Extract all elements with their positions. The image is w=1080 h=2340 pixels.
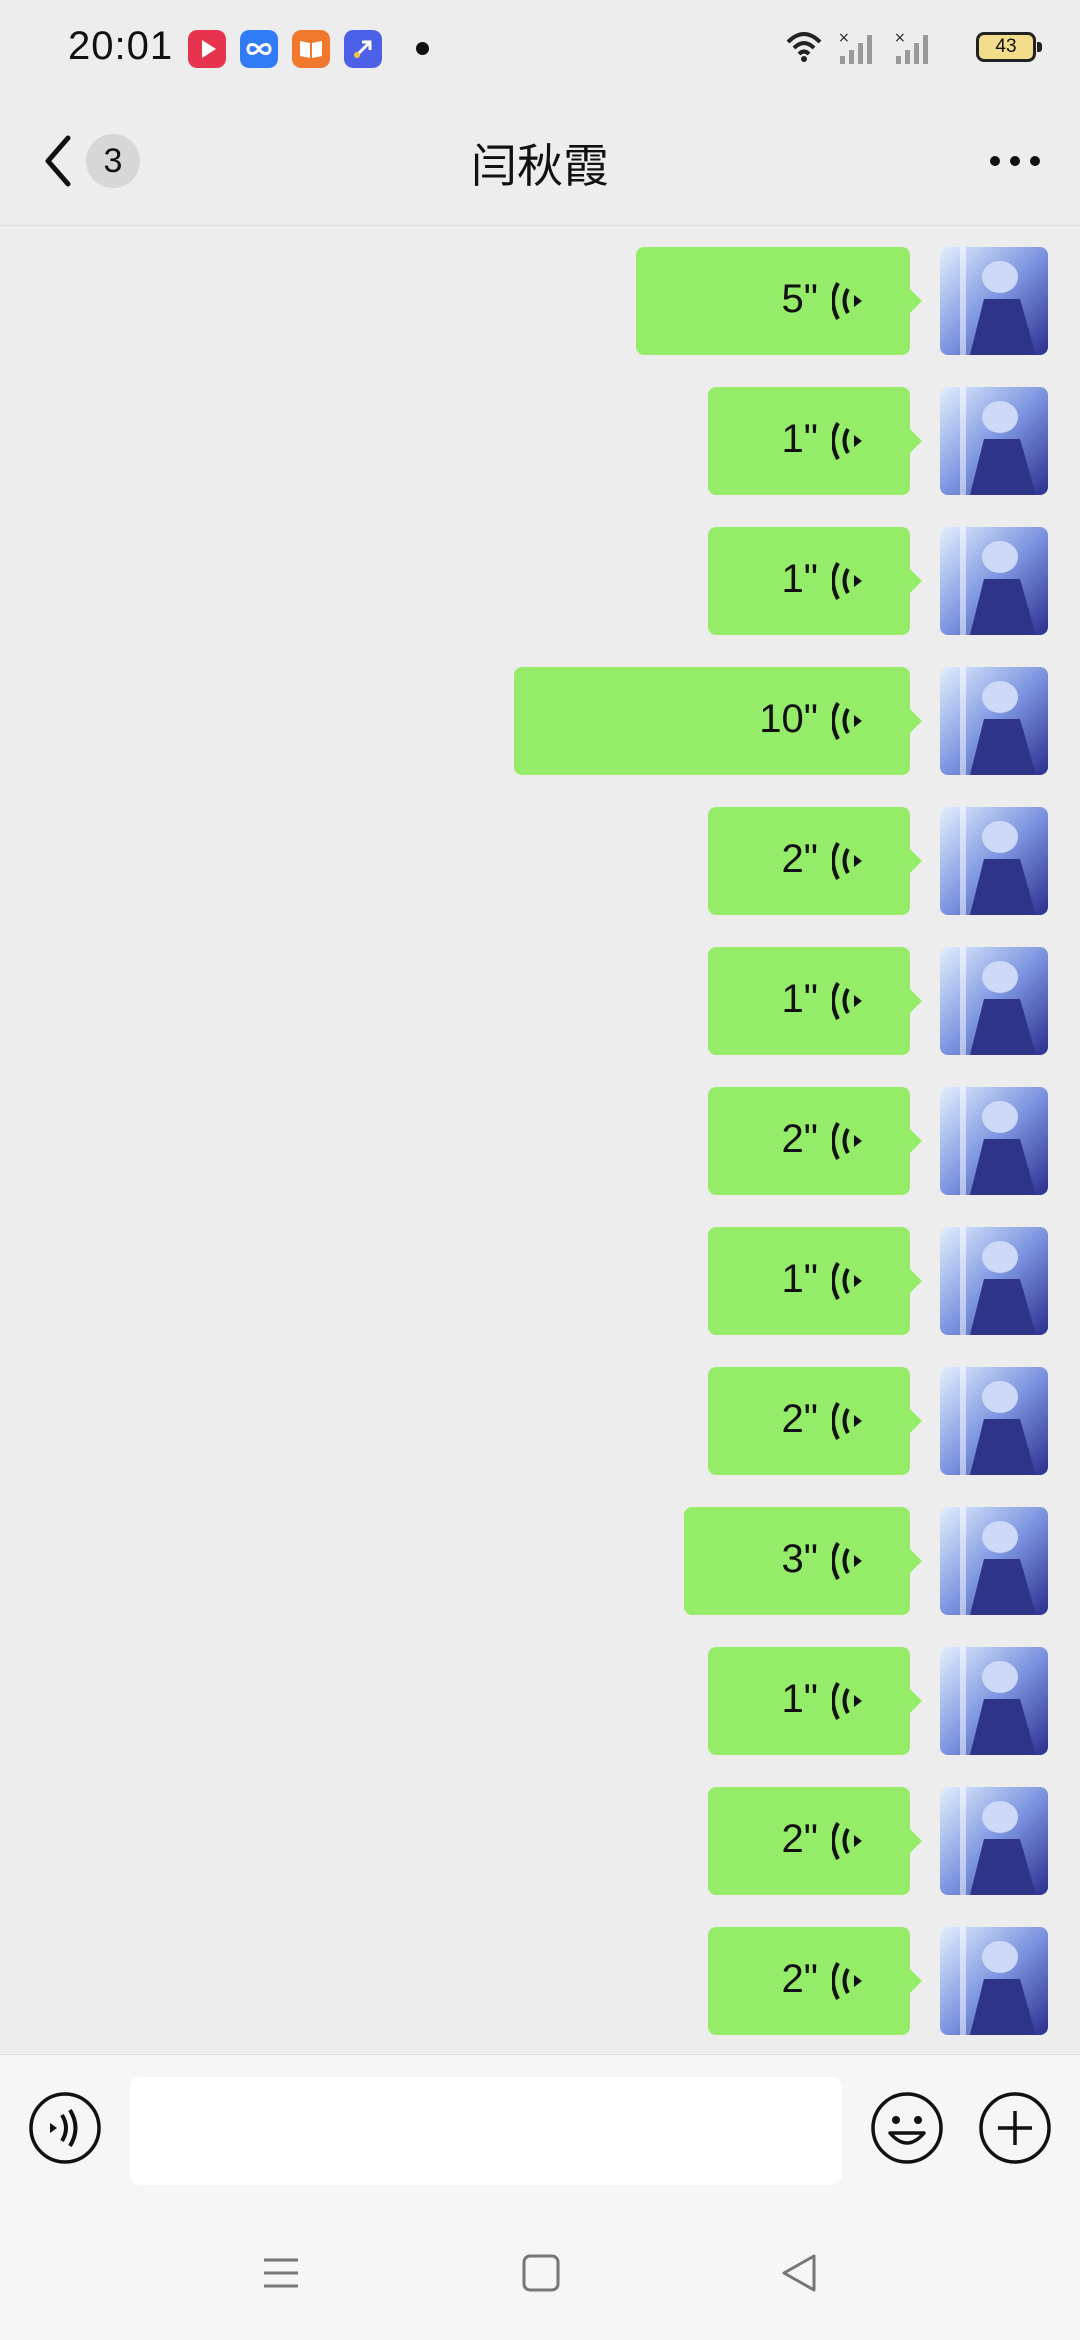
voice-duration: 3" [781, 1537, 818, 1581]
voice-message: 1" [708, 947, 1048, 1055]
voice-wave-icon [832, 842, 862, 880]
voice-message: 10" [514, 667, 1048, 775]
voice-wave-icon [832, 1402, 862, 1440]
svg-text:×: × [894, 30, 906, 46]
chat-header: 3 闫秋霞 [0, 96, 1080, 226]
voice-duration: 5" [781, 277, 818, 321]
user-avatar[interactable] [940, 387, 1048, 495]
voice-duration: 2" [781, 837, 818, 881]
voice-message: 2" [708, 1787, 1048, 1895]
voice-bubble[interactable]: 1" [708, 947, 922, 1055]
user-avatar[interactable] [940, 1647, 1048, 1755]
voice-message: 3" [684, 1507, 1048, 1615]
user-avatar[interactable] [940, 1787, 1048, 1895]
battery-indicator: 43 [976, 32, 1042, 62]
voice-wave-icon [832, 282, 862, 320]
user-avatar[interactable] [940, 527, 1048, 635]
user-avatar[interactable] [940, 1507, 1048, 1615]
voice-bubble[interactable]: 1" [708, 1227, 922, 1335]
voice-message: 1" [708, 1227, 1048, 1335]
voice-duration: 2" [781, 1397, 818, 1441]
voice-bubble[interactable]: 2" [708, 807, 922, 915]
voice-duration: 1" [781, 417, 818, 461]
user-avatar[interactable] [940, 667, 1048, 775]
voice-bubble[interactable]: 3" [684, 1507, 922, 1615]
input-bar [0, 2054, 1080, 2204]
message-list[interactable]: 5" 1" 1" 10" 2" 1" 2" 1" 2" 3" 1" 2" 2" [0, 227, 1080, 2054]
voice-duration: 1" [781, 977, 818, 1021]
shortcut-app-icon [344, 30, 382, 68]
voice-message: 5" [636, 247, 1048, 355]
signal-sim2-icon: × [894, 30, 928, 64]
voice-duration: 10" [759, 697, 818, 741]
voice-bubble[interactable]: 1" [708, 387, 922, 495]
user-avatar[interactable] [940, 947, 1048, 1055]
chat-title: 闫秋霞 [471, 140, 609, 192]
voice-bubble[interactable]: 5" [636, 247, 922, 355]
book-app-icon [292, 30, 330, 68]
voice-wave-icon [832, 1262, 862, 1300]
voice-message: 2" [708, 807, 1048, 915]
status-time: 20:01 [68, 24, 174, 68]
video-app-icon [188, 30, 226, 68]
voice-message: 1" [708, 387, 1048, 495]
voice-message: 2" [708, 1927, 1048, 2035]
voice-wave-icon [832, 1122, 862, 1160]
voice-duration: 1" [781, 1677, 818, 1721]
status-bar: 20:01 × × 43 [0, 0, 1080, 96]
voice-message: 1" [708, 1647, 1048, 1755]
svg-text:×: × [838, 30, 850, 46]
voice-message: 1" [708, 527, 1048, 635]
signal-sim1-icon: × [838, 30, 872, 64]
notification-dot [416, 42, 429, 55]
home-icon[interactable] [516, 2248, 566, 2298]
emoji-icon[interactable] [870, 2091, 944, 2165]
voice-wave-icon [832, 1682, 862, 1720]
voice-message: 2" [708, 1087, 1048, 1195]
voice-bubble[interactable]: 2" [708, 1927, 922, 2035]
user-avatar[interactable] [940, 807, 1048, 915]
voice-wave-icon [832, 1822, 862, 1860]
message-input[interactable] [130, 2077, 842, 2185]
menu-icon[interactable] [256, 2248, 306, 2298]
back-nav-icon[interactable] [774, 2248, 824, 2298]
voice-duration: 2" [781, 1957, 818, 2001]
wifi-icon [786, 32, 822, 62]
user-avatar[interactable] [940, 1227, 1048, 1335]
voice-wave-icon [832, 982, 862, 1020]
system-navigation-bar [0, 2204, 1080, 2340]
voice-wave-icon [832, 1542, 862, 1580]
voice-wave-icon [832, 702, 862, 740]
voice-message: 2" [708, 1367, 1048, 1475]
voice-duration: 2" [781, 1817, 818, 1861]
infinity-app-icon [240, 30, 278, 68]
voice-bubble[interactable]: 10" [514, 667, 922, 775]
voice-bubble[interactable]: 1" [708, 1647, 922, 1755]
user-avatar[interactable] [940, 1367, 1048, 1475]
voice-duration: 1" [781, 557, 818, 601]
voice-bubble[interactable]: 1" [708, 527, 922, 635]
voice-duration: 1" [781, 1257, 818, 1301]
voice-wave-icon [832, 562, 862, 600]
user-avatar[interactable] [940, 1087, 1048, 1195]
voice-wave-icon [832, 1962, 862, 2000]
voice-wave-icon [832, 422, 862, 460]
user-avatar[interactable] [940, 1927, 1048, 2035]
more-functions-plus-icon[interactable] [978, 2091, 1052, 2165]
voice-bubble[interactable]: 2" [708, 1087, 922, 1195]
voice-bubble[interactable]: 2" [708, 1367, 922, 1475]
more-options-icon[interactable] [980, 126, 1050, 196]
voice-bubble[interactable]: 2" [708, 1787, 922, 1895]
user-avatar[interactable] [940, 247, 1048, 355]
voice-duration: 2" [781, 1117, 818, 1161]
voice-input-toggle-icon[interactable] [28, 2091, 102, 2165]
